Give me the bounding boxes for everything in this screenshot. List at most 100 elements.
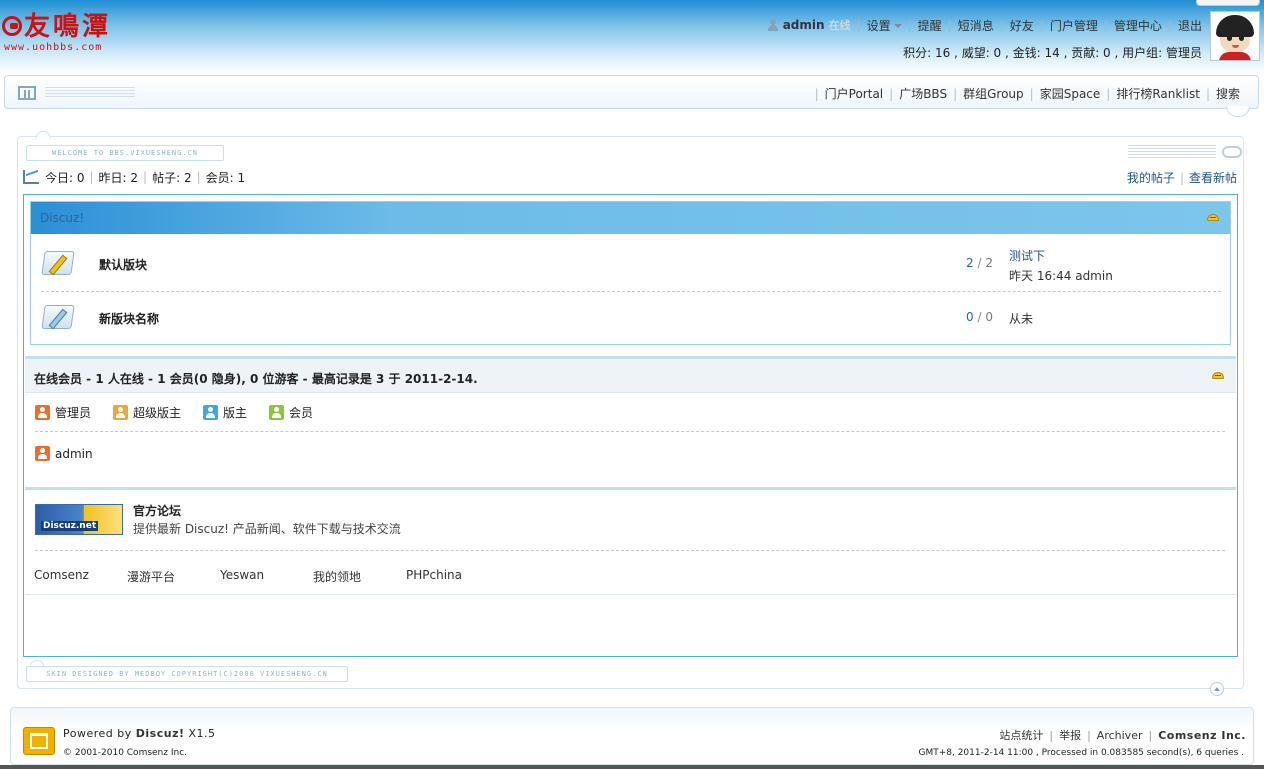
post-count: 2 xyxy=(985,256,993,270)
nav-ranklist[interactable]: 排行榜Ranklist xyxy=(1116,85,1200,102)
super-moderator-user-icon xyxy=(113,405,129,420)
stat-posts: 帖子: 2 xyxy=(152,170,192,185)
partner-link[interactable]: 漫游平台 xyxy=(127,568,175,585)
separator: | xyxy=(889,86,894,101)
logo-url: www.uohbbs.com xyxy=(4,42,103,53)
separator: | xyxy=(999,18,1004,32)
forum-counts: 2 / 2 xyxy=(966,256,993,270)
user-icon xyxy=(767,19,779,31)
notifications-link[interactable]: 提醒 xyxy=(918,17,942,34)
product-version: X1.5 xyxy=(188,727,216,740)
forum-name[interactable]: 新版块名称 xyxy=(99,310,159,327)
forum-last-post: 从未 xyxy=(1009,310,1033,327)
forum-icon[interactable] xyxy=(41,303,79,331)
thread-count: 0 xyxy=(966,310,974,324)
logout-link[interactable]: 退出 xyxy=(1178,17,1202,34)
avatar-tab xyxy=(1196,0,1260,6)
new-posts-link[interactable]: 查看新帖 xyxy=(1189,171,1237,185)
post-count: 0 xyxy=(985,310,993,324)
forum-icon[interactable] xyxy=(41,249,79,277)
product-link[interactable]: Discuz! xyxy=(136,727,185,740)
admin-user-icon xyxy=(35,446,50,461)
username[interactable]: admin xyxy=(783,18,825,32)
avatar-eye xyxy=(1227,34,1232,41)
separator: | xyxy=(196,170,201,184)
separator: | xyxy=(1205,86,1210,101)
separator: | xyxy=(1029,86,1034,101)
stat-members: 会员: 1 xyxy=(205,170,246,185)
discuz-logo-icon[interactable] xyxy=(23,727,55,755)
frame-notch xyxy=(36,131,50,138)
collapse-category-icon[interactable] xyxy=(1207,214,1219,221)
company-link[interactable]: Comsenz Inc. xyxy=(1158,729,1246,742)
separator: | xyxy=(1039,18,1044,32)
nav-portal[interactable]: 门户Portal xyxy=(825,85,883,102)
site-logo[interactable]: 友鳴潭 www.uohbbs.com xyxy=(2,12,132,58)
online-user[interactable]: admin xyxy=(35,446,93,461)
separator: | xyxy=(1103,18,1108,32)
site-stats-link[interactable]: 站点统计 xyxy=(999,727,1043,743)
separator: | xyxy=(89,170,94,184)
legend-admin: 管理员 xyxy=(35,404,91,421)
category-header: Discuz! xyxy=(31,202,1230,234)
stat-today: 今日: 0 xyxy=(45,170,85,185)
separator: | xyxy=(814,86,819,101)
partner-link[interactable]: Yeswan xyxy=(220,568,264,582)
separator: | xyxy=(1106,86,1111,101)
avatar-eye xyxy=(1239,34,1244,41)
online-title[interactable]: 在线会员 - 1 人在线 - 1 会员(0 隐身), 0 位游客 - 最高记录是… xyxy=(34,370,478,387)
chart-icon xyxy=(23,170,39,184)
archiver-link[interactable]: Archiver xyxy=(1097,729,1143,742)
avatar[interactable] xyxy=(1210,11,1260,61)
board-stats: 今日: 0 | 昨日: 2 | 帖子: 2 | 会员: 1 xyxy=(23,168,245,186)
current-user[interactable]: admin 在线 xyxy=(767,17,851,33)
last-post-meta: 从未 xyxy=(1009,312,1034,326)
copyright: © 2001-2010 Comsenz Inc. xyxy=(63,748,188,758)
category-title[interactable]: Discuz! xyxy=(40,211,84,225)
links-box xyxy=(25,487,1236,595)
member-user-icon xyxy=(269,405,285,420)
report-link[interactable]: 举报 xyxy=(1059,727,1081,743)
online-username[interactable]: admin xyxy=(55,447,93,461)
nav-decoration xyxy=(45,87,135,99)
nav-space[interactable]: 家园Space xyxy=(1040,85,1101,102)
settings-link[interactable]: 设置 xyxy=(867,17,902,34)
portal-admin-link[interactable]: 门户管理 xyxy=(1050,17,1098,34)
forum-name[interactable]: 默认版块 xyxy=(99,256,147,273)
moderator-user-icon xyxy=(203,405,219,420)
nav-bump-decoration xyxy=(1226,106,1250,117)
stat-yesterday: 昨日: 2 xyxy=(98,170,139,185)
skin-credit: SKIN DESIGNED BY MEDBOY COPYRIGHT(C)2008… xyxy=(26,666,348,682)
powered-by: Powered by Discuz! X1.5 xyxy=(63,727,216,740)
header: 友鳴潭 www.uohbbs.com admin 在线 | 设置 | 提醒 | … xyxy=(0,0,1264,74)
frame-decoration xyxy=(1128,145,1216,159)
avatar-hair xyxy=(1216,15,1254,37)
last-post-title[interactable]: 测试下 xyxy=(1009,247,1113,264)
main-nav-links: | 门户Portal | 广场BBS | 群组Group | 家园Space |… xyxy=(809,85,1240,102)
official-forum-desc: 提供最新 Discuz! 产品新闻、软件下载与技术交流 xyxy=(133,522,401,536)
discuz-banner[interactable]: Discuz.net xyxy=(35,504,123,535)
powered-prefix: Powered by xyxy=(63,727,132,740)
messages-link[interactable]: 短消息 xyxy=(958,17,994,34)
nav-bbs[interactable]: 广场BBS xyxy=(899,85,947,102)
top-user-nav: admin 在线 | 设置 | 提醒 | 短消息 | 好友 | 门户管理 | 管… xyxy=(767,16,1202,34)
collapse-online-icon[interactable] xyxy=(1212,372,1224,379)
nav-search[interactable]: 搜索 xyxy=(1216,85,1240,102)
banner-text: Discuz.net xyxy=(41,521,99,531)
partner-link[interactable]: Comsenz xyxy=(34,568,89,582)
partner-link[interactable]: 我的领地 xyxy=(313,568,361,585)
separator: | xyxy=(1049,728,1054,742)
frame-decoration-icon xyxy=(1222,146,1242,158)
post-links: 我的帖子 | 查看新帖 xyxy=(1127,169,1237,186)
forum-last-post: 测试下 昨天 16:44 admin xyxy=(1009,247,1113,284)
back-to-top-icon[interactable] xyxy=(1210,682,1224,696)
nav-group[interactable]: 群组Group xyxy=(963,85,1024,102)
separator: | xyxy=(1179,171,1184,185)
avatar-body xyxy=(1219,52,1251,60)
separator: | xyxy=(1167,18,1172,32)
friends-link[interactable]: 好友 xyxy=(1010,17,1034,34)
official-forum-title[interactable]: 官方论坛 xyxy=(133,502,181,519)
admin-center-link[interactable]: 管理中心 xyxy=(1114,17,1162,34)
my-posts-link[interactable]: 我的帖子 xyxy=(1127,171,1175,185)
partner-link[interactable]: PHPchina xyxy=(406,568,462,582)
